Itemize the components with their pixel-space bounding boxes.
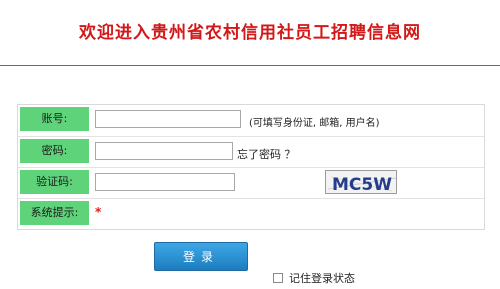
remember-checkbox[interactable] [273, 273, 283, 283]
captcha-image[interactable]: MC5W [325, 170, 397, 194]
system-tip-label: 系统提示: [20, 201, 89, 225]
remember-label: 记住登录状态 [289, 272, 355, 285]
captcha-row: 验证码: MC5W [18, 167, 484, 196]
account-row: 账号: (可填写身份证, 邮箱, 用户名) [18, 105, 484, 133]
captcha-glyphs: MC5W [327, 175, 396, 194]
required-asterisk: * [95, 205, 102, 219]
password-row: 密码: 忘了密码 ？ [18, 136, 484, 165]
captcha-input[interactable] [95, 173, 235, 191]
header-divider [0, 65, 500, 66]
account-input[interactable] [95, 110, 241, 128]
page-title: 欢迎进入贵州省农村信用社员工招聘信息网 [79, 23, 421, 43]
password-label: 密码: [20, 139, 89, 163]
account-hint: (可填写身份证, 邮箱, 用户名) [249, 118, 380, 129]
login-form: 账号: (可填写身份证, 邮箱, 用户名) 密码: 忘了密码 ？ 验证码: MC… [17, 104, 485, 230]
captcha-label: 验证码: [20, 170, 89, 194]
login-button[interactable]: 登录 [154, 242, 248, 271]
password-input[interactable] [95, 142, 233, 160]
system-tip-row: 系统提示: * [18, 198, 484, 227]
remember-login[interactable]: 记住登录状态 [273, 270, 355, 286]
forgot-password-link[interactable]: 忘了密码 ？ [237, 146, 296, 162]
account-label: 账号: [20, 107, 89, 131]
captcha-code: MC5W [332, 175, 392, 194]
